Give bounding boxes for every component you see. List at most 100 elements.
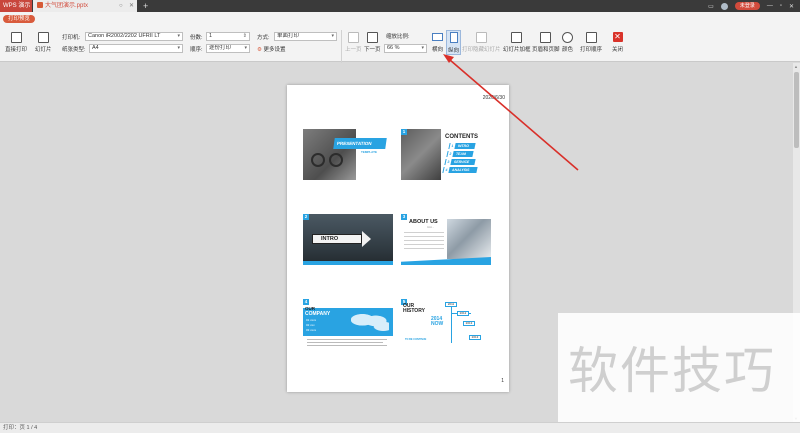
close-preview-label: 关闭 xyxy=(612,47,624,53)
slide-title: ABOUT US xyxy=(409,219,438,225)
login-badge[interactable]: 未登录 xyxy=(734,2,760,10)
watermark-text: 软件技巧 xyxy=(568,342,776,400)
company-row: 02 xxx xyxy=(306,323,315,327)
scroll-up-icon[interactable]: ▲ xyxy=(794,64,798,69)
contents-item: 3 SERVICE xyxy=(444,159,476,165)
video-icon[interactable]: ▭ xyxy=(708,3,714,10)
slide-subtitle: Intro... xyxy=(427,226,435,229)
page-date: 2020/6/30 xyxy=(482,95,505,101)
document-tab[interactable]: 大气团演示.pptx ○ ✕ xyxy=(33,0,137,12)
paper-select[interactable]: A4 ▾ xyxy=(89,44,183,53)
arrow-sign-icon xyxy=(362,231,371,247)
print-hidden-slides-button[interactable]: 打印隐藏幻灯片 xyxy=(462,32,501,53)
close-icon: ✕ xyxy=(612,32,623,42)
close-tab-icon[interactable]: ✕ xyxy=(129,0,134,12)
print-order-icon xyxy=(585,32,597,43)
title-bar: WPS 演示 大气团演示.pptx ○ ✕ + ▭ 未登录 — ▫ ✕ xyxy=(0,0,800,12)
slide-title: OUR HISTORY xyxy=(403,303,425,314)
handshake-photo xyxy=(447,219,491,259)
history-tag: 2013 xyxy=(469,335,481,340)
printer-icon xyxy=(10,32,22,43)
maximize-button[interactable]: ▫ xyxy=(780,3,782,9)
company-row: 01 xxxx xyxy=(306,318,317,322)
watermark: 软件技巧 xyxy=(558,313,800,422)
copies-label: 份数: xyxy=(190,35,203,41)
order-select-value: 逐份打印 xyxy=(209,45,232,51)
slide-thumbnail-about: 3 ABOUT US Intro... xyxy=(401,214,491,265)
contents-item: 4 ANALYSIS xyxy=(442,167,478,173)
minimize-button[interactable]: — xyxy=(767,3,773,9)
zoom-select[interactable]: 66 % ▾ xyxy=(384,44,427,53)
avatar[interactable] xyxy=(720,2,728,10)
close-window-button[interactable]: ✕ xyxy=(789,3,794,10)
slide-title: CONTENTS xyxy=(445,134,478,140)
slide-number: 2 xyxy=(303,214,309,220)
history-tag: 2011 xyxy=(445,302,457,307)
pin-icon[interactable]: ○ xyxy=(119,0,123,12)
printer-select[interactable]: Canon iR2002/2202 UFRII LT ▾ xyxy=(85,32,183,41)
header-footer-button[interactable]: 页眉和页脚 xyxy=(532,32,560,53)
order-select[interactable]: 逐份打印 ▾ xyxy=(206,44,250,53)
slide-frame-label: 幻灯片加框 xyxy=(503,47,531,53)
method-select-value: 单面打印 xyxy=(277,33,300,39)
slide-title: INTRO xyxy=(312,234,362,244)
slide-thumbnail-title: PRESENTATION TEMPLATE xyxy=(303,129,393,180)
history-tag: 2013 xyxy=(463,321,475,326)
pptx-file-icon xyxy=(37,2,43,8)
slide-thumbnail-contents: 1 CONTENTS 1 INTRO 2 TEAM 3 SERVICE 4 ANALYS… xyxy=(401,129,491,180)
slides-label: 幻灯片 xyxy=(35,47,52,53)
chevron-down-icon: ▾ xyxy=(177,45,180,51)
app-tab[interactable]: WPS 演示 xyxy=(0,0,32,12)
color-button[interactable]: 颜色 xyxy=(562,32,573,53)
history-years: 2014 NOW xyxy=(431,316,444,327)
copies-input[interactable]: 1 ⇕ xyxy=(206,32,250,41)
accent-bar xyxy=(303,261,393,265)
portrait-button[interactable]: 纵向 xyxy=(446,30,462,55)
document-tab-label: 大气团演示.pptx xyxy=(45,3,89,9)
accent-shape xyxy=(401,257,491,265)
more-settings-label: 更多设置 xyxy=(263,47,286,53)
scrollbar-thumb[interactable] xyxy=(794,72,799,148)
prev-page-button[interactable]: 上一页 xyxy=(345,32,362,53)
next-page-button[interactable]: 下一页 xyxy=(364,32,381,53)
slide-number: 4 xyxy=(303,299,309,305)
hidden-slide-icon xyxy=(475,32,487,43)
print-order-button[interactable]: 打印顺序 xyxy=(580,32,602,53)
new-tab-button[interactable]: + xyxy=(143,0,148,12)
status-text: 打印：页 1 / 4 xyxy=(3,425,38,431)
prev-page-label: 上一页 xyxy=(345,47,362,53)
paper-select-value: A4 xyxy=(92,45,99,51)
frame-icon xyxy=(511,32,523,43)
header-footer-icon xyxy=(540,32,552,43)
slides-button[interactable]: 幻灯片 xyxy=(35,32,52,53)
chevron-down-icon: ▾ xyxy=(244,45,247,51)
contents-item: 1 INTRO xyxy=(448,143,476,149)
print-preview-page: 2020/6/30 PRESENTATION TEMPLATE 1 CONTEN… xyxy=(287,85,509,392)
contents-item: 2 TEAM xyxy=(446,151,474,157)
chevron-down-icon: ▾ xyxy=(177,33,180,39)
close-preview-button[interactable]: ✕ 关闭 xyxy=(612,32,623,53)
direct-print-button[interactable]: 直接打印 xyxy=(5,32,27,53)
slide-number: 1 xyxy=(401,129,407,135)
direct-print-label: 直接打印 xyxy=(5,47,28,53)
color-label: 颜色 xyxy=(562,47,574,53)
status-bar: 打印：页 1 / 4 xyxy=(0,422,800,433)
slide-thumbnail-history: 5 OUR HISTORY 2014 NOW 2011 2012 2013 2013… xyxy=(401,299,491,350)
slide-number: 3 xyxy=(401,214,407,220)
method-select[interactable]: 单面打印 ▾ xyxy=(274,32,337,41)
printer-select-value: Canon iR2002/2202 UFRII LT xyxy=(88,33,161,39)
next-page-label: 下一页 xyxy=(364,47,381,53)
settings-icon: ⚙ xyxy=(257,47,262,53)
separator xyxy=(341,30,342,64)
slide-frame-button[interactable]: 幻灯片加框 xyxy=(503,32,531,53)
landscape-button[interactable]: 横向 xyxy=(432,31,443,53)
slide-title-2: COMPANY xyxy=(305,311,331,317)
tab-print-preview[interactable]: 打印预览 xyxy=(3,15,36,23)
bicycle-photo xyxy=(303,129,356,180)
slide-thumbnail-company: 4 OUR COMPANY 01 xxxx 02 xxx 03 xxxx xyxy=(303,299,393,350)
more-settings-button[interactable]: ⚙ 更多设置 xyxy=(257,45,285,53)
history-tag: 2012 xyxy=(457,311,469,316)
color-icon xyxy=(562,32,573,43)
stepper-icon[interactable]: ⇕ xyxy=(243,33,247,40)
company-row: 03 xxxx xyxy=(306,328,317,332)
